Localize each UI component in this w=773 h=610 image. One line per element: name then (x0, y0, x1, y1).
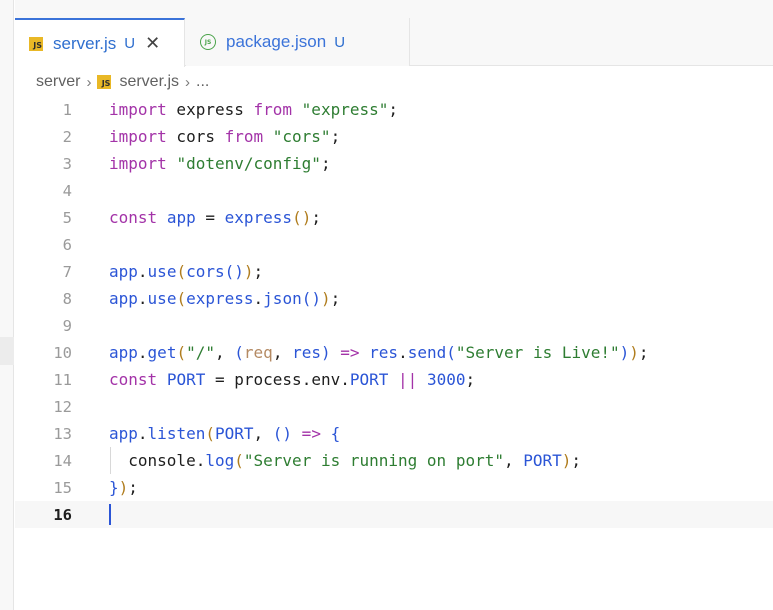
line-number: 7 (62, 262, 72, 281)
text-cursor (109, 504, 111, 525)
breadcrumb-folder[interactable]: server (36, 73, 80, 91)
json-file-icon: JS (200, 34, 216, 50)
code-text: app.use(cors()); (109, 262, 264, 281)
line-number: 3 (62, 154, 72, 173)
line-number: 2 (62, 127, 72, 146)
line-number: 12 (53, 397, 72, 416)
code-line[interactable]: 10 app.get("/", (req, res) => res.send("… (15, 339, 773, 366)
breadcrumb-file[interactable]: server.js (119, 73, 179, 91)
code-line[interactable]: 5 const app = express(); (15, 204, 773, 231)
code-line[interactable]: 14 console.log("Server is running on por… (15, 447, 773, 474)
line-number: 5 (62, 208, 72, 227)
javascript-file-icon: JS (29, 36, 43, 51)
activity-gutter (0, 0, 14, 610)
untracked-badge: U (334, 33, 346, 51)
close-icon[interactable]: ✕ (145, 33, 160, 54)
code-text: const app = express(); (109, 208, 321, 227)
code-line[interactable]: 12 (15, 393, 773, 420)
code-text: import express from "express"; (109, 100, 399, 119)
code-line[interactable]: 13 app.listen(PORT, () => { (15, 420, 773, 447)
code-text: }); (109, 478, 138, 497)
chevron-right-icon: › (185, 73, 191, 91)
line-number: 9 (62, 316, 72, 335)
code-line[interactable]: 15 }); (15, 474, 773, 501)
tab-label: package.json (226, 32, 327, 51)
line-number: 13 (53, 424, 72, 443)
breadcrumb-more[interactable]: ... (196, 73, 209, 91)
untracked-badge: U (124, 35, 136, 52)
code-line[interactable]: 3 import "dotenv/config"; (15, 150, 773, 177)
line-number: 10 (53, 343, 72, 362)
code-text: app.listen(PORT, () => { (109, 424, 341, 443)
code-text: import "dotenv/config"; (109, 154, 331, 173)
code-line[interactable]: 8 app.use(express.json()); (15, 285, 773, 312)
code-line[interactable]: 4 (15, 177, 773, 204)
line-number: 15 (53, 478, 72, 497)
code-line[interactable]: 6 (15, 231, 773, 258)
line-number: 8 (62, 289, 72, 308)
code-text: app.use(express.json()); (109, 289, 341, 308)
code-line[interactable]: 1 import express from "express"; (15, 96, 773, 123)
line-number: 1 (62, 100, 72, 119)
chevron-right-icon: › (86, 73, 92, 91)
tab-server-js[interactable]: JS server.js U ✕ (15, 18, 185, 67)
code-text: console.log("Server is running on port",… (128, 451, 582, 470)
line-number: 11 (53, 370, 72, 389)
tab-package-json[interactable]: JS package.json U (186, 18, 410, 66)
javascript-file-icon: JS (97, 75, 112, 89)
line-number: 16 (53, 505, 72, 524)
line-number: 14 (53, 451, 72, 470)
line-number: 4 (62, 181, 72, 200)
line-number: 6 (62, 235, 72, 254)
code-line[interactable]: 2 import cors from "cors"; (15, 123, 773, 150)
indent-guide (110, 447, 111, 474)
code-line[interactable]: 7 app.use(cors()); (15, 258, 773, 285)
code-line[interactable]: 11 const PORT = process.env.PORT || 3000… (15, 366, 773, 393)
code-text: const PORT = process.env.PORT || 3000; (109, 370, 476, 389)
breadcrumb: server › JS server.js › ... (36, 70, 209, 94)
gutter-marker (0, 337, 14, 365)
tab-label: server.js (53, 33, 117, 53)
code-editor[interactable]: 1 import express from "express"; 2 impor… (15, 96, 773, 610)
editor-tab-bar: JS server.js U ✕ JS package.json U (15, 0, 773, 67)
code-line-current[interactable]: 16 (15, 501, 773, 528)
code-line[interactable]: 9 (15, 312, 773, 339)
code-text: import cors from "cors"; (109, 127, 341, 146)
code-text: app.get("/", (req, res) => res.send("Ser… (109, 343, 649, 362)
